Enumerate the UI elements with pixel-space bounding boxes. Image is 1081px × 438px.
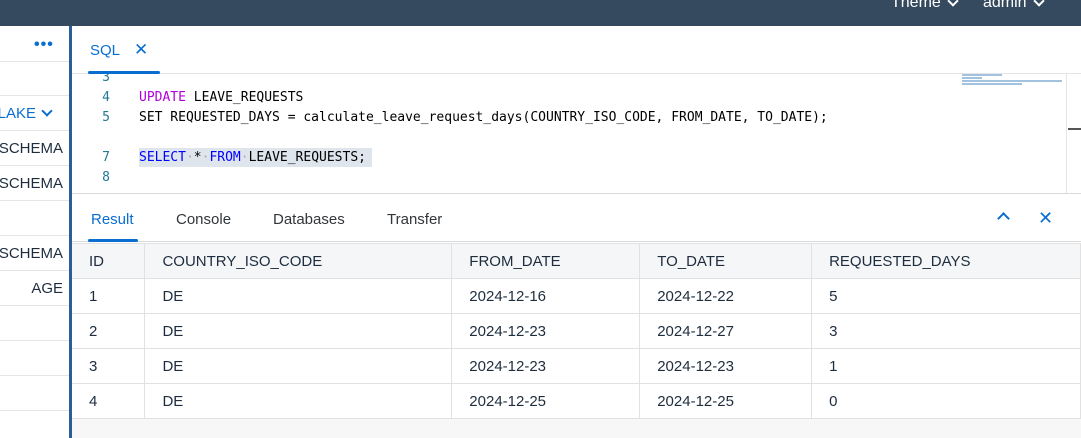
table-cell: 2024-12-16: [451, 278, 641, 314]
table-cell: 2024-12-23: [451, 348, 641, 384]
table-row[interactable]: 2 DE 2024-12-23 2024-12-27 3: [72, 313, 1081, 349]
column-header[interactable]: REQUESTED_DAYS: [811, 243, 1081, 279]
table-row[interactable]: 4 DE 2024-12-25 2024-12-25 0: [72, 383, 1081, 419]
user-menu[interactable]: admin: [983, 0, 1045, 12]
code-text: SET REQUESTED_DAYS = calculate_leave_req…: [139, 110, 828, 125]
sidebar-row-schema[interactable]: SCHEMA: [0, 236, 69, 271]
result-table-container: ID COUNTRY_ISO_CODE FROM_DATE TO_DATE RE…: [72, 243, 1081, 438]
tab-sql[interactable]: SQL ✕: [90, 40, 148, 60]
code-line: 6: [72, 128, 1072, 148]
table-cell: 1: [811, 348, 1081, 384]
active-tab-indicator: [88, 239, 138, 242]
table-cell: 2024-12-23: [451, 313, 641, 349]
table-cell: DE: [144, 348, 453, 384]
line-number: 8: [102, 170, 110, 185]
sidebar-row-label: SCHEMA: [0, 245, 63, 262]
table-cell: 5: [811, 278, 1081, 314]
more-options-icon[interactable]: •••: [34, 36, 54, 54]
sidebar-row-schema[interactable]: SCHEMA: [0, 131, 69, 166]
editor-tab-bar: SQL ✕: [72, 26, 1081, 74]
sidebar-row[interactable]: [0, 201, 69, 236]
result-tab-bar: Result Console Databases Transfer ✕: [72, 193, 1081, 242]
code-text: SELECT·*·FROM·LEAVE_REQUESTS;: [139, 148, 372, 168]
column-header[interactable]: TO_DATE: [639, 243, 813, 279]
tab-result[interactable]: Result: [91, 211, 134, 228]
user-label: admin: [983, 0, 1027, 11]
table-cell: 4: [72, 383, 146, 419]
sidebar-row[interactable]: [0, 341, 69, 376]
code-line: 8: [72, 168, 1072, 188]
sidebar-row-label: AGE: [31, 280, 63, 297]
table-row[interactable]: 3 DE 2024-12-23 2024-12-23 1: [72, 348, 1081, 384]
sql-editor[interactable]: 3 4 UPDATE LEAVE_REQUESTS 5 SET REQUESTE…: [72, 74, 1081, 193]
tab-console[interactable]: Console: [176, 211, 231, 228]
chevron-down-icon: [1032, 0, 1045, 7]
line-number: 7: [102, 150, 110, 165]
theme-menu[interactable]: Theme: [891, 0, 959, 12]
shell-bar: Theme admin: [0, 0, 1081, 26]
sidebar-row[interactable]: [0, 306, 69, 341]
line-number: 3: [102, 74, 110, 85]
table-row[interactable]: 1 DE 2024-12-16 2024-12-22 5: [72, 278, 1081, 314]
column-header[interactable]: FROM_DATE: [451, 243, 641, 279]
sidebar-row[interactable]: [0, 376, 69, 411]
sidebar-row-label: SCHEMA: [0, 140, 63, 157]
tab-transfer[interactable]: Transfer: [387, 211, 442, 228]
table-cell: 0: [811, 383, 1081, 419]
sidebar-row[interactable]: [0, 61, 69, 96]
table-cell: 3: [811, 313, 1081, 349]
code-text: UPDATE LEAVE_REQUESTS: [139, 90, 304, 105]
sidebar-row-label: LAKE: [0, 105, 36, 122]
table-cell: 2: [72, 313, 146, 349]
table-cell: 2024-12-23: [639, 348, 813, 384]
editor-scrollbar[interactable]: [1066, 74, 1067, 193]
column-header[interactable]: ID: [72, 243, 146, 279]
line-number: 5: [102, 110, 110, 125]
chevron-down-icon: [947, 0, 959, 7]
sidebar-row-age[interactable]: AGE: [0, 271, 69, 306]
chevron-down-icon[interactable]: [41, 105, 53, 117]
table-cell: 3: [72, 348, 146, 384]
sidebar-row-label: SCHEMA: [0, 175, 63, 192]
sidebar-row-lake[interactable]: LAKE: [0, 96, 69, 131]
table-cell: DE: [144, 278, 453, 314]
tab-databases[interactable]: Databases: [273, 211, 345, 228]
table-cell: 1: [72, 278, 146, 314]
sidebar: ••• LAKE SCHEMA SCHEMA SCHEMA AGE: [0, 26, 69, 438]
theme-label: Theme: [891, 0, 941, 11]
table-cell: 2024-12-27: [639, 313, 813, 349]
table-cell: DE: [144, 383, 453, 419]
table-cell: 2024-12-25: [451, 383, 641, 419]
close-icon[interactable]: ✕: [1038, 208, 1053, 229]
code-line: 7 SELECT·*·FROM·LEAVE_REQUESTS;: [72, 148, 1072, 168]
scroll-position-marker: [1068, 128, 1081, 130]
editor-minimap[interactable]: [962, 74, 1066, 90]
line-number: 4: [102, 90, 110, 105]
code-line: 5 SET REQUESTED_DAYS = calculate_leave_r…: [72, 108, 1072, 128]
column-header[interactable]: COUNTRY_ISO_CODE: [144, 243, 453, 279]
table-cell: 2024-12-25: [639, 383, 813, 419]
tab-sql-label: SQL: [90, 41, 121, 59]
table-header-row: ID COUNTRY_ISO_CODE FROM_DATE TO_DATE RE…: [72, 243, 1081, 279]
result-table: ID COUNTRY_ISO_CODE FROM_DATE TO_DATE RE…: [72, 243, 1081, 419]
code-line: 4 UPDATE LEAVE_REQUESTS: [72, 88, 1072, 108]
close-icon[interactable]: ✕: [134, 40, 148, 60]
code-line: 3: [72, 74, 1072, 88]
table-cell: 2024-12-22: [639, 278, 813, 314]
sidebar-row-schema[interactable]: SCHEMA: [0, 166, 69, 201]
chevron-up-icon[interactable]: [997, 212, 1010, 225]
table-cell: DE: [144, 313, 453, 349]
